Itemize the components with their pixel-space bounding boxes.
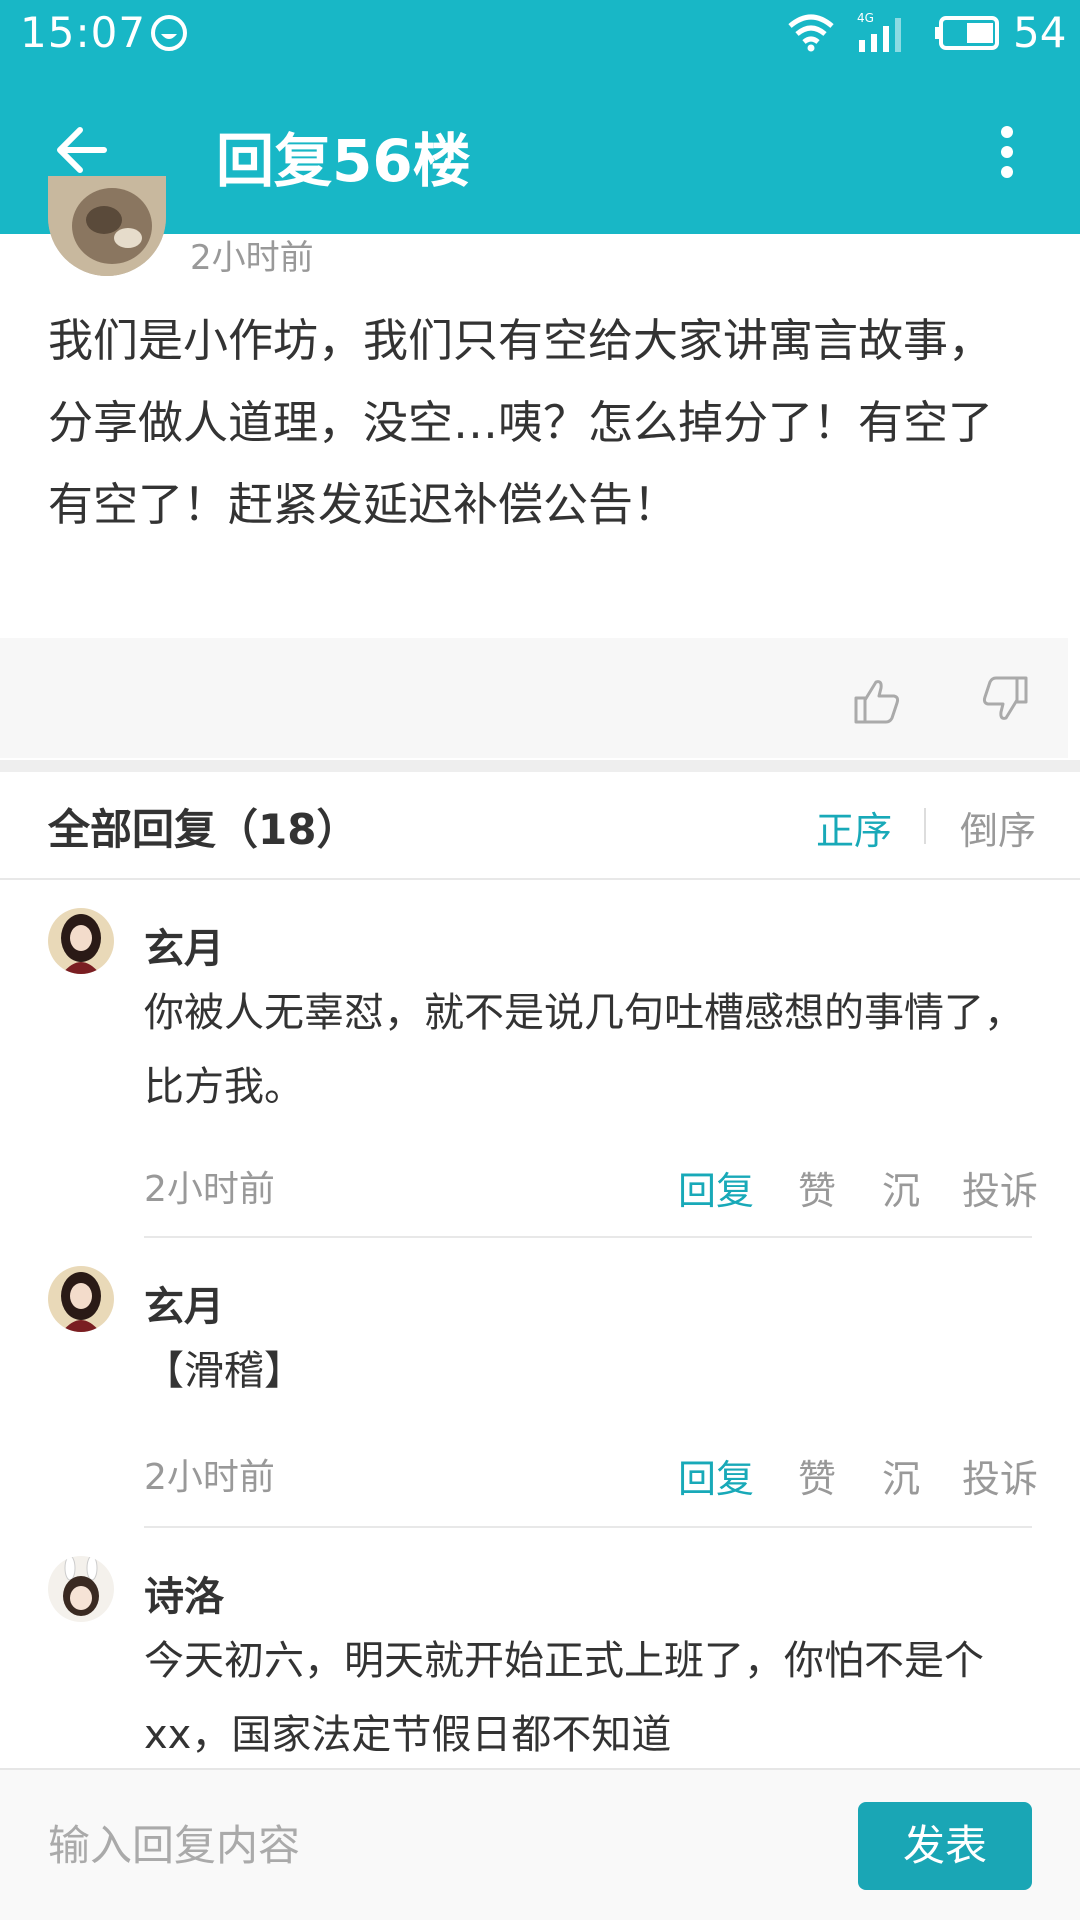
sink-button[interactable]: 沉: [882, 1448, 920, 1503]
thumbs-down-icon[interactable]: [980, 674, 1030, 724]
reply-button[interactable]: 回复: [678, 1160, 754, 1215]
floor-author-avatar[interactable]: [48, 176, 166, 276]
floor-post-time: 2小时前: [190, 238, 314, 278]
replies-header: 全部回复（18） 正序 倒序: [0, 772, 1080, 880]
reply-author-name[interactable]: 玄月: [144, 916, 224, 974]
reply-item: 诗洛 今天初六，明天就开始正式上班了，你怕不是个xx，国家法定节假日都不知道: [0, 1528, 1080, 1768]
reply-input[interactable]: 输入回复内容: [48, 1812, 300, 1873]
network-type-label: 4G: [857, 11, 874, 25]
more-options-icon[interactable]: [990, 122, 1024, 182]
reply-content: 【滑稽】: [144, 1348, 304, 1394]
reply-author-name[interactable]: 玄月: [144, 1274, 224, 1332]
reply-button[interactable]: 回复: [678, 1448, 754, 1503]
sort-separator: [924, 808, 926, 844]
thumbs-up-icon[interactable]: [852, 676, 902, 726]
cell-signal-icon: 4G: [857, 11, 901, 52]
reply-avatar[interactable]: [48, 908, 114, 974]
status-bar: 15:07 4G 54: [0, 0, 1080, 66]
like-button[interactable]: 赞: [798, 1160, 836, 1215]
back-arrow-icon[interactable]: [52, 120, 112, 180]
send-button[interactable]: 发表: [858, 1802, 1032, 1890]
smiley-icon: [151, 15, 187, 51]
page-title: 回复56楼: [216, 127, 471, 195]
reply-item: 玄月 你被人无辜怼，就不是说几句吐槽感想的事情了，比方我。 2小时前 回复 赞 …: [0, 880, 1080, 1238]
battery-icon: [935, 16, 999, 50]
reply-input-bar: 输入回复内容 发表: [0, 1768, 1080, 1920]
reply-avatar[interactable]: [48, 1266, 114, 1332]
vote-bar: [0, 638, 1068, 758]
reply-time: 2小时前: [144, 1457, 275, 1498]
reply-content: 你被人无辜怼，就不是说几句吐槽感想的事情了，比方我。: [144, 990, 1024, 1110]
battery-level: 54: [1013, 8, 1067, 57]
reply-avatar[interactable]: [48, 1556, 114, 1622]
wifi-icon: [788, 14, 834, 52]
status-time: 15:07: [20, 8, 147, 57]
section-divider: [0, 760, 1080, 772]
sink-button[interactable]: 沉: [882, 1160, 920, 1215]
floor-post-content: 我们是小作坊，我们只有空给大家讲寓言故事，分享做人道理，没空…咦？怎么掉分了！有…: [48, 314, 994, 531]
report-button[interactable]: 投诉: [962, 1448, 1038, 1503]
reply-time: 2小时前: [144, 1169, 275, 1210]
all-replies-label: 全部回复（18）: [48, 805, 359, 854]
reply-item: 玄月 【滑稽】 2小时前 回复 赞 沉 投诉: [0, 1238, 1080, 1528]
sort-descending-button[interactable]: 倒序: [960, 800, 1036, 855]
reply-content: 今天初六，明天就开始正式上班了，你怕不是个xx，国家法定节假日都不知道: [144, 1638, 984, 1758]
like-button[interactable]: 赞: [798, 1448, 836, 1503]
sort-ascending-button[interactable]: 正序: [816, 800, 892, 855]
reply-author-name[interactable]: 诗洛: [144, 1564, 224, 1622]
report-button[interactable]: 投诉: [962, 1160, 1038, 1215]
